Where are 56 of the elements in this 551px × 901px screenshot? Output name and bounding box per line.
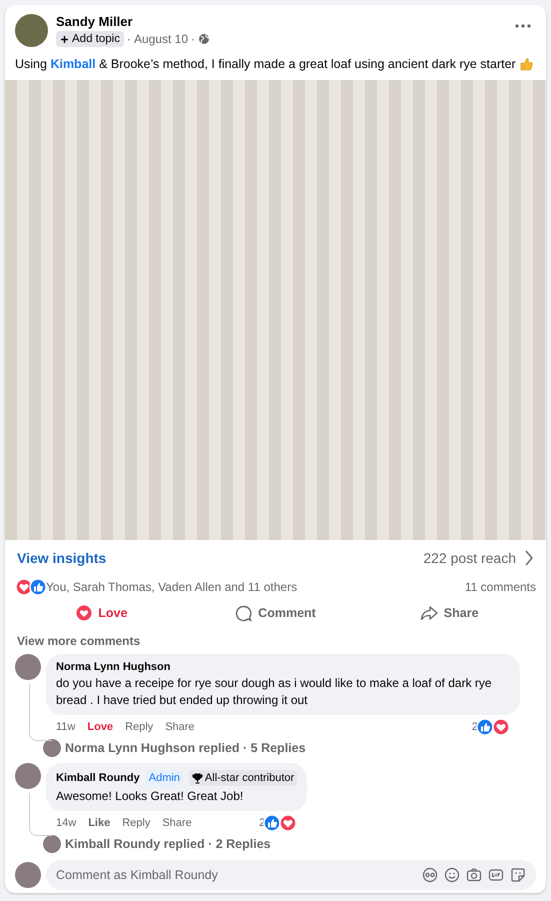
avatar (43, 739, 61, 757)
trophy-icon (192, 772, 203, 784)
comments-count[interactable]: 11 comments (464, 580, 536, 594)
reply-button[interactable]: Reply (125, 721, 154, 733)
camera-icon[interactable] (466, 867, 482, 883)
like-reaction-icon (263, 814, 282, 832)
thumbs-up-icon (518, 57, 533, 71)
avatar[interactable] (15, 654, 41, 680)
comment-button[interactable]: Comment (188, 600, 362, 626)
post-date[interactable]: August 10 (134, 32, 188, 46)
comment-time[interactable]: 11w (56, 721, 76, 733)
comment-text: Awesome! Looks Great! Great Job! (56, 788, 244, 805)
view-insights-link[interactable]: View insights (17, 550, 106, 566)
speech-bubble-icon (235, 604, 252, 622)
mention-link[interactable]: Kimball (50, 57, 96, 71)
share-arrow-icon (420, 605, 438, 621)
separator-dot: · (126, 32, 131, 46)
plus-icon (60, 34, 69, 44)
comment-time[interactable]: 14w (56, 817, 76, 829)
comment-field[interactable]: Comment as Kimball Roundy (46, 860, 536, 890)
chevron-right-icon[interactable] (524, 550, 534, 566)
sticker-icon[interactable] (510, 867, 526, 883)
love-reaction-icon (15, 578, 33, 596)
like-reaction-icon (29, 578, 47, 596)
love-reaction-icon (279, 814, 298, 832)
avatar[interactable] (15, 763, 41, 789)
gif-icon[interactable] (488, 867, 504, 883)
view-more-comments-link[interactable]: View more comments (5, 630, 546, 652)
separator-dot: · (191, 32, 195, 46)
reply-button[interactable]: Reply (122, 817, 150, 829)
reactions-summary[interactable]: You, Sarah Thomas, Vaden Allen and 11 others (46, 580, 298, 594)
author-name[interactable]: Sandy Miller (56, 14, 502, 29)
love-button[interactable]: Love (15, 601, 189, 625)
view-replies-link[interactable]: Norma Lynn Hughson replied · 5 Replies (65, 741, 306, 755)
commenter-name[interactable]: Kimball Roundy (56, 772, 140, 784)
contributor-badge: All-star contributor (188, 770, 298, 786)
share-button[interactable]: Share (162, 817, 192, 829)
avatar[interactable] (15, 862, 41, 888)
react-button[interactable]: Love (87, 721, 114, 733)
post-text: Using Kimball & Brooke’s method, I finally made a great loaf using ancient dark rye starter (15, 56, 516, 72)
comment-text: do you have a receipe for rye sour dough as i would like to make a loaf of dark rye bread . I have tried but ended up throwing it out (56, 675, 493, 709)
post-reach[interactable]: 222 post reach (423, 550, 516, 566)
share-button[interactable]: Share (362, 601, 536, 625)
avatar[interactable] (15, 14, 48, 47)
role-badge: Admin (146, 770, 183, 786)
react-button[interactable]: Like (88, 817, 110, 829)
smiley-icon[interactable] (444, 867, 460, 883)
globe-icon (198, 33, 210, 45)
like-reaction-icon (476, 718, 494, 736)
add-topic-button[interactable]: Add topic (56, 31, 124, 47)
share-button[interactable]: Share (165, 721, 195, 733)
view-replies-link[interactable]: Kimball Roundy replied · 2 Replies (65, 837, 271, 851)
commenter-name[interactable]: Norma Lynn Hughson (56, 661, 170, 673)
avatar (43, 835, 61, 853)
love-reaction-icon (492, 718, 510, 736)
avatar-sticker-icon[interactable] (422, 867, 438, 883)
